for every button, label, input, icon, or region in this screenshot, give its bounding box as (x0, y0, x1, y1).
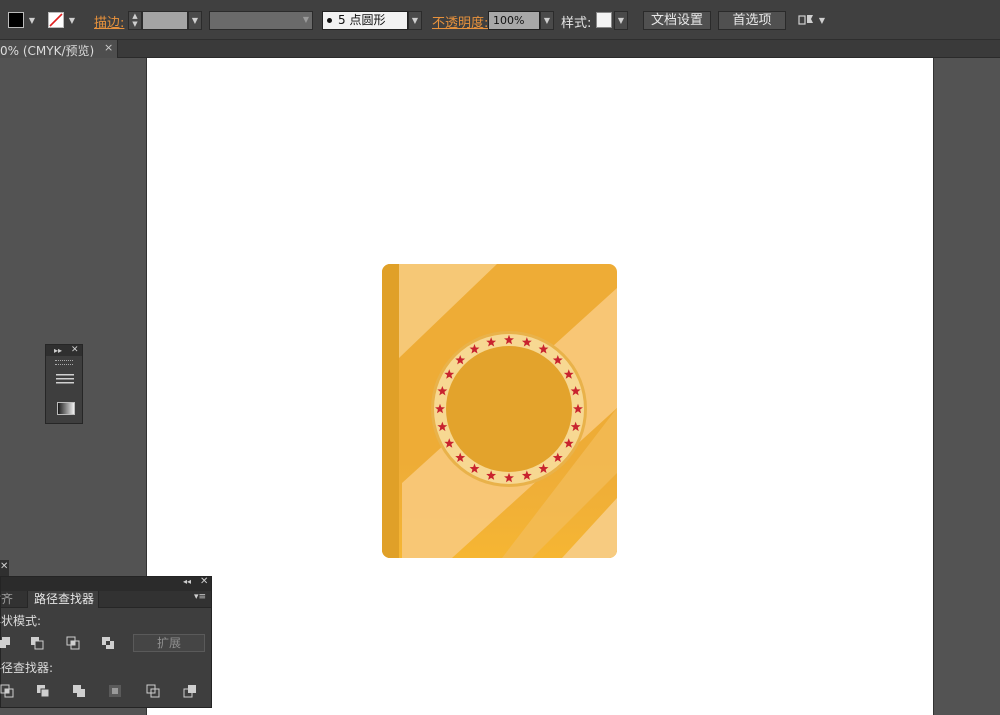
tab-align-label: 对齐 (0, 592, 14, 606)
stroke-weight-stepper[interactable]: ▲ ▼ (128, 11, 142, 30)
panel-grip[interactable] (55, 360, 73, 365)
document-tab[interactable]: 0% (CMYK/预览) × (0, 40, 118, 58)
stroke-swatch[interactable] (48, 12, 64, 28)
none-slash-icon (49, 13, 63, 27)
panel-menu-icon[interactable]: ▾≡ (194, 592, 206, 602)
badge-center (446, 346, 572, 472)
fill-dropdown-arrow[interactable]: ▼ (26, 11, 38, 30)
opacity-field[interactable]: 100% (488, 11, 540, 30)
pathfinders-label: 路径查找器: (0, 661, 54, 675)
style-label: 样式: (561, 16, 592, 31)
brush-definition-field[interactable]: 5 点圆形 (322, 11, 408, 30)
merge-icon[interactable] (72, 684, 86, 698)
variable-width-profile[interactable]: ▼ (209, 11, 313, 30)
tab-pathfinder-label: 路径查找器 (34, 592, 95, 606)
crop-icon[interactable] (108, 684, 122, 698)
collapsed-panel: ▸▸ ✕ (45, 344, 83, 424)
book-artwork[interactable] (147, 58, 933, 715)
profile-dropdown-arrow: ▼ (302, 15, 309, 24)
expand-button[interactable]: 扩展 (133, 634, 205, 652)
style-swatch[interactable] (596, 12, 612, 28)
exclude-icon[interactable] (101, 636, 115, 650)
tab-pathfinder[interactable]: 路径查找器 (27, 591, 99, 608)
brush-dot-icon (327, 18, 332, 23)
close-panel-icon[interactable]: ✕ (200, 576, 208, 587)
stroke-weight-field[interactable] (142, 11, 188, 30)
style-dropdown-arrow[interactable]: ▼ (614, 11, 628, 30)
collapse-panel-icon[interactable]: ◂◂ (183, 577, 191, 586)
panel-titlebar[interactable]: ◂◂ ✕ (1, 576, 211, 591)
gradient-panel-icon[interactable] (57, 402, 75, 415)
artboard[interactable] (146, 58, 934, 715)
panel-tab-row: 对齐 路径查找器 ▾≡ (0, 591, 211, 608)
arrange-dropdown-arrow[interactable]: ▼ (816, 11, 828, 30)
close-panel-icon[interactable]: ✕ (71, 345, 79, 355)
document-tab-label: 0% (CMYK/预览) (0, 44, 95, 58)
minus-back-icon[interactable] (183, 684, 197, 698)
panel-header[interactable]: ▸▸ ✕ (46, 345, 82, 356)
fill-swatch[interactable] (8, 12, 24, 28)
outline-icon[interactable] (146, 684, 160, 698)
book-spine (382, 264, 399, 558)
shape-modes-label: 形状模式: (0, 614, 42, 628)
preferences-button[interactable]: 首选项 (718, 11, 786, 30)
stroke-label[interactable]: 描边: (94, 12, 124, 31)
tab-align[interactable]: 对齐 (0, 591, 26, 608)
document-tab-bar: 0% (CMYK/预览) × (0, 40, 1000, 58)
opacity-dropdown-arrow[interactable]: ▼ (540, 11, 554, 30)
minus-front-icon[interactable] (30, 636, 44, 650)
collapsed-panel-close-icon[interactable]: ✕ (0, 560, 9, 576)
trim-icon[interactable] (36, 684, 50, 698)
pathfinder-panel: ◂◂ ✕ 对齐 路径查找器 ▾≡ 形状模式: 扩展 路径查找器: (0, 576, 212, 708)
intersect-icon[interactable] (66, 636, 80, 650)
brush-dropdown-arrow[interactable]: ▼ (408, 11, 422, 30)
opacity-label[interactable]: 不透明度: (432, 12, 488, 31)
document-setup-button[interactable]: 文档设置 (643, 11, 711, 30)
divide-icon[interactable] (0, 684, 14, 698)
stroke-weight-dropdown[interactable]: ▼ (188, 11, 202, 30)
arrange-documents-icon[interactable] (798, 13, 814, 27)
control-bar: ▼ ▼ 描边: ▲ ▼ ▼ ▼ 5 点圆形 ▼ 不透明度: 100% ▼ 样式: … (0, 0, 1000, 40)
stroke-panel-icon[interactable] (56, 373, 74, 385)
unite-icon[interactable] (0, 636, 11, 650)
brush-definition-value: 5 点圆形 (338, 13, 386, 27)
stroke-dropdown-arrow[interactable]: ▼ (66, 11, 78, 30)
expand-panel-icon[interactable]: ▸▸ (54, 346, 62, 355)
close-icon[interactable]: × (104, 41, 113, 54)
